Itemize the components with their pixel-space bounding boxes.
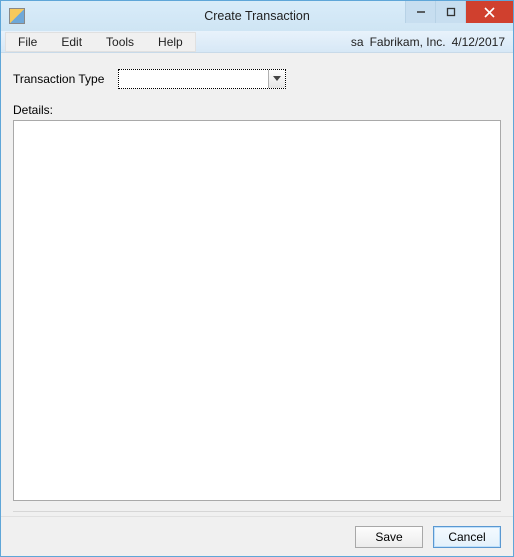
maximize-button[interactable] bbox=[435, 1, 465, 23]
dropdown-button[interactable] bbox=[268, 70, 285, 88]
details-label: Details: bbox=[13, 103, 501, 117]
cancel-button[interactable]: Cancel bbox=[433, 526, 501, 548]
menu-tools[interactable]: Tools bbox=[94, 33, 146, 51]
separator bbox=[13, 511, 501, 512]
close-button[interactable] bbox=[465, 1, 513, 23]
chevron-down-icon bbox=[273, 76, 281, 82]
status-date: 4/12/2017 bbox=[452, 35, 505, 49]
footer: Save Cancel bbox=[1, 516, 513, 556]
status-company: Fabrikam, Inc. bbox=[370, 35, 446, 49]
menu-help[interactable]: Help bbox=[146, 33, 195, 51]
titlebar: Create Transaction bbox=[1, 1, 513, 31]
status-user: sa bbox=[351, 35, 364, 49]
transaction-type-select[interactable] bbox=[118, 69, 286, 89]
details-textarea[interactable] bbox=[13, 120, 501, 501]
close-icon bbox=[484, 7, 495, 18]
app-icon bbox=[9, 8, 25, 24]
status-area: sa Fabrikam, Inc. 4/12/2017 bbox=[351, 35, 509, 49]
content-area: Transaction Type Details: bbox=[1, 53, 513, 516]
minimize-icon bbox=[416, 7, 426, 17]
menu-edit[interactable]: Edit bbox=[49, 33, 94, 51]
maximize-icon bbox=[446, 7, 456, 17]
minimize-button[interactable] bbox=[405, 1, 435, 23]
save-button[interactable]: Save bbox=[355, 526, 423, 548]
transaction-type-label: Transaction Type bbox=[13, 72, 104, 86]
menu-file[interactable]: File bbox=[6, 33, 49, 51]
menubar: File Edit Tools Help sa Fabrikam, Inc. 4… bbox=[1, 31, 513, 53]
window-controls bbox=[405, 1, 513, 23]
